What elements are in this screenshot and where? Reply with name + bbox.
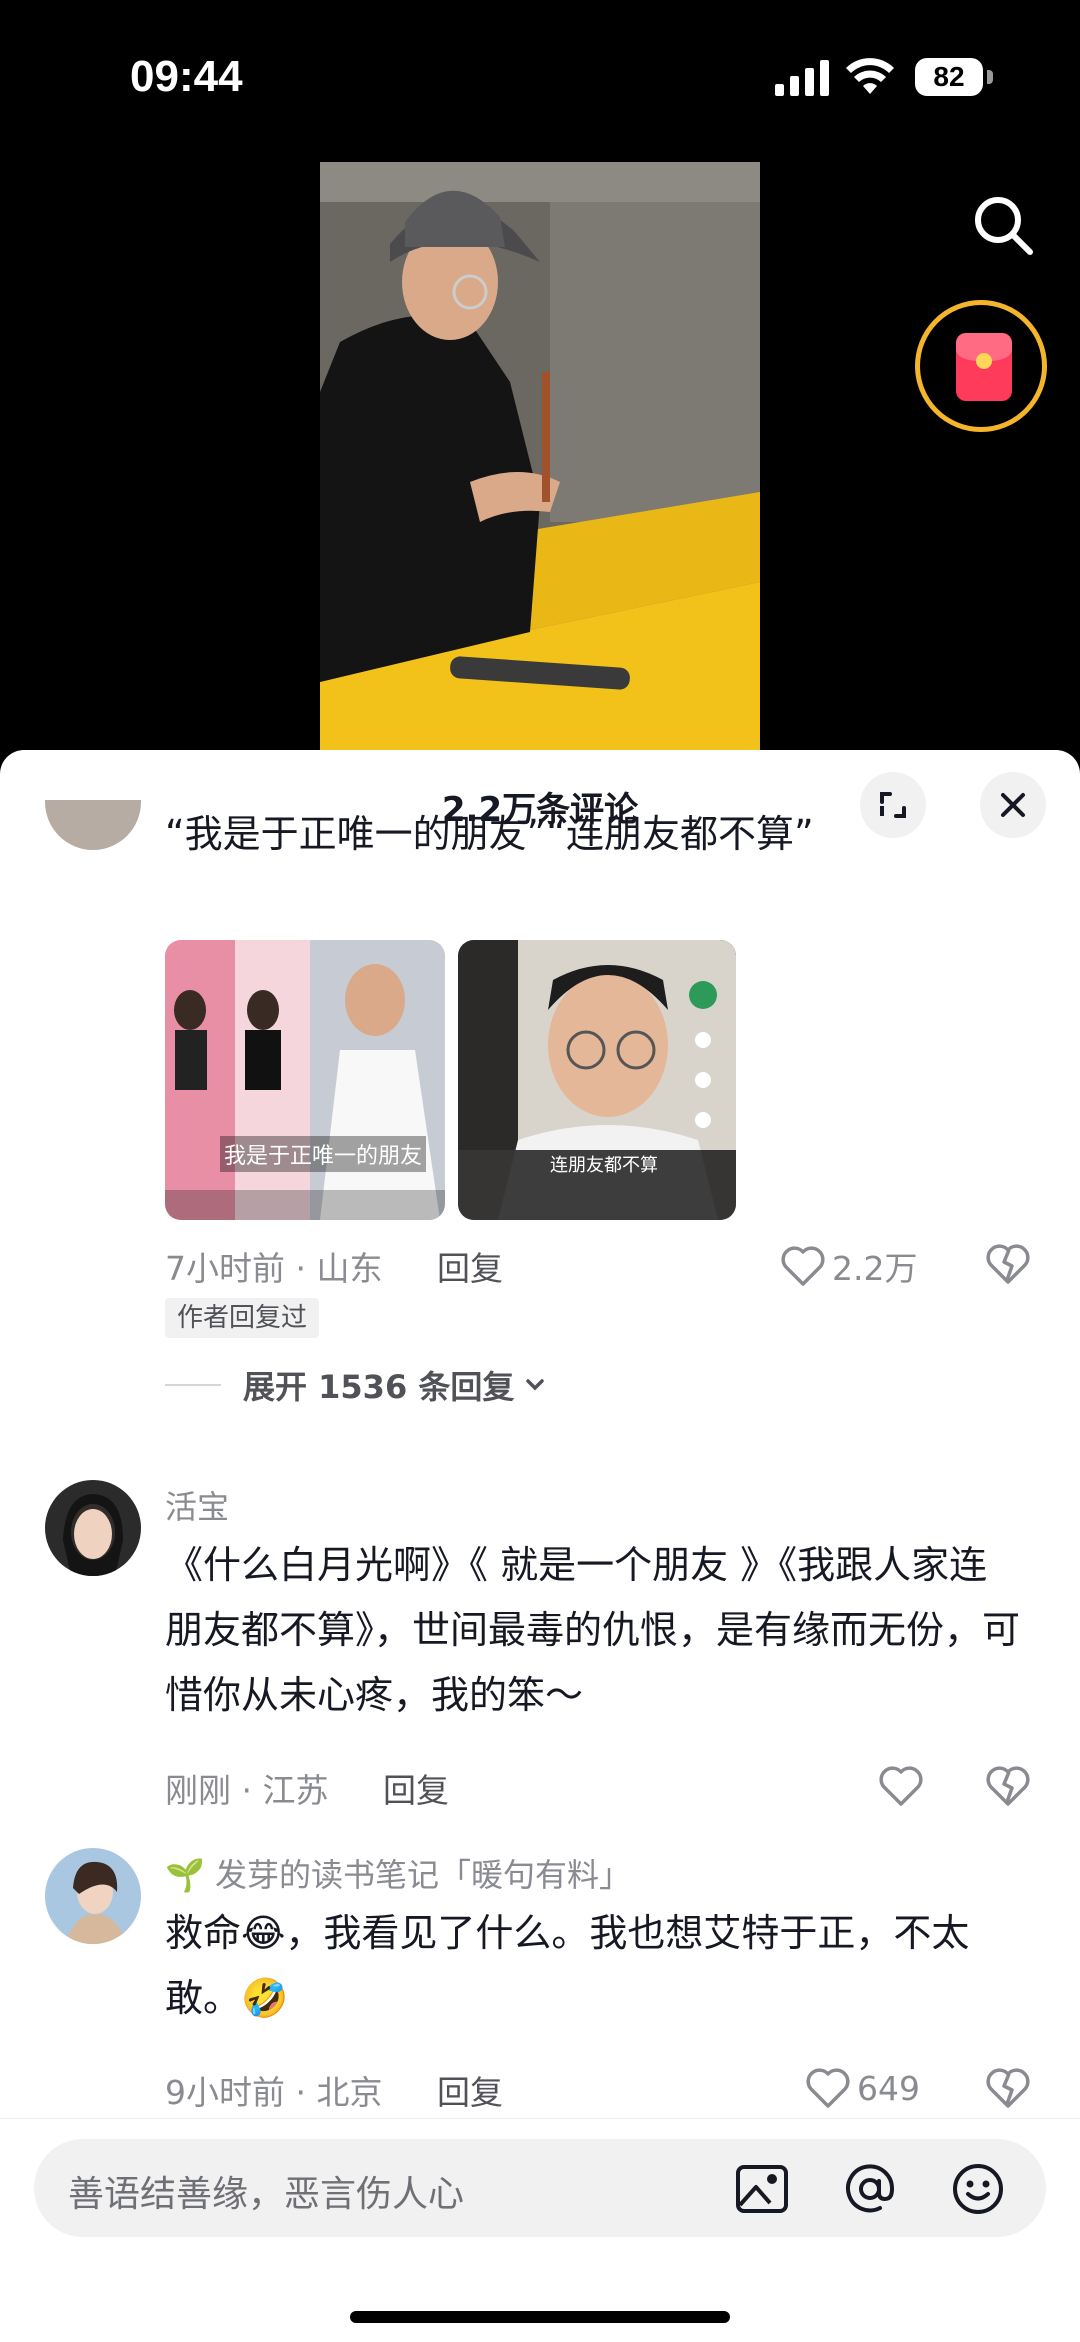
dislike-button[interactable] xyxy=(985,2066,1031,2114)
comment-time-location: 刚刚 · 江苏 xyxy=(165,1771,329,1810)
like-count: 2.2万 xyxy=(832,1249,918,1288)
like-count: 649 xyxy=(857,2068,920,2108)
author-replied-badge: 作者回复过 xyxy=(165,1298,320,1338)
avatar-image xyxy=(45,1480,141,1576)
comment-time-location: 7小时前 · 山东 xyxy=(165,1249,383,1288)
emoji-icon xyxy=(953,2164,1003,2214)
dislike-button[interactable] xyxy=(985,1764,1031,1812)
comment-sheet: 2.2万条评论 “我是于正唯一的朋友”“连朋友都不算” 我是于正唯一的朋友 连朋… xyxy=(0,750,1080,2341)
comment-input[interactable]: 善语结善缘，恶言伤人心 xyxy=(34,2139,1046,2237)
commenter-avatar[interactable] xyxy=(45,1848,141,1944)
broken-heart-icon xyxy=(986,1766,1030,1806)
broken-heart-icon xyxy=(986,2068,1030,2108)
search-button[interactable] xyxy=(968,190,1038,260)
commenter-name[interactable]: 活宝 xyxy=(165,1482,229,1528)
comment-image[interactable]: 连朋友都不算 xyxy=(458,940,736,1220)
search-icon xyxy=(975,197,1033,255)
dislike-button[interactable] xyxy=(985,1242,1031,1290)
comment-text: “我是于正唯一的朋友”“连朋友都不算” xyxy=(165,812,814,856)
at-icon xyxy=(846,2164,895,2213)
reply-button[interactable]: 回复 xyxy=(437,1249,503,1288)
home-indicator[interactable] xyxy=(350,2311,730,2323)
comment-image[interactable]: 我是于正唯一的朋友 xyxy=(165,940,445,1220)
heart-icon xyxy=(879,1766,923,1806)
wifi-icon xyxy=(846,58,894,94)
comment-text: 《什么白月光啊》《 就是一个朋友 》《我跟人家连朋友都不算》，世间最毒的仇恨，是… xyxy=(165,1543,1021,1717)
like-button[interactable]: 2.2万 xyxy=(780,1242,917,1290)
comment-image-graphic xyxy=(165,940,445,1220)
status-bar: 09:44 82 xyxy=(0,0,1080,150)
battery-nub xyxy=(987,70,993,84)
comment-text: 救命😂，我看见了什么。我也想艾特于正，不太敢。🤣 xyxy=(165,1911,970,2020)
commenter-avatar[interactable] xyxy=(45,800,141,850)
divider-line xyxy=(165,1384,221,1386)
like-button[interactable] xyxy=(878,1764,924,1808)
expand-replies-button[interactable]: 展开 1536 条回复 xyxy=(165,1362,550,1408)
reply-button[interactable]: 回复 xyxy=(383,1771,449,1810)
video-frame-image xyxy=(320,162,760,750)
expand-replies-label: 展开 1536 条回复 xyxy=(243,1368,515,1406)
image-button[interactable] xyxy=(734,2161,790,2217)
heart-icon xyxy=(806,2068,850,2108)
comment-image-caption: 连朋友都不算 xyxy=(550,1155,658,1176)
video-preview[interactable] xyxy=(320,162,760,750)
comment-meta: 7小时前 · 山东 回复 xyxy=(165,1242,503,1290)
chevron-down-icon xyxy=(526,1379,545,1391)
comment-input-placeholder: 善语结善缘，恶言伤人心 xyxy=(68,2174,465,2215)
cellular-signal-icon xyxy=(775,60,829,96)
comment-time-location: 9小时前 · 北京 xyxy=(165,2073,383,2112)
comment-input-bar: 善语结善缘，恶言伤人心 xyxy=(0,2118,1080,2342)
commenter-avatar[interactable] xyxy=(45,1480,141,1576)
battery-level: 82 xyxy=(915,58,983,96)
status-time: 09:44 xyxy=(130,52,243,101)
red-packet-seal xyxy=(976,353,992,369)
heart-icon xyxy=(781,1246,825,1286)
comment-meta: 9小时前 · 北京 回复 xyxy=(165,2066,503,2114)
commenter-name[interactable]: 🌱 发芽的读书笔记「暖句有料」 xyxy=(165,1850,631,1896)
emoji-button[interactable] xyxy=(950,2161,1006,2217)
like-button[interactable]: 649 xyxy=(805,2066,920,2110)
image-icon xyxy=(736,2165,788,2213)
avatar-image xyxy=(45,1848,141,1944)
comment-image-caption: 我是于正唯一的朋友 xyxy=(220,1136,427,1172)
comment-meta: 刚刚 · 江苏 回复 xyxy=(165,1764,449,1812)
mention-button[interactable] xyxy=(842,2161,898,2217)
broken-heart-icon xyxy=(986,1244,1030,1284)
comment-image-graphic xyxy=(458,940,736,1220)
reply-button[interactable]: 回复 xyxy=(437,2073,503,2112)
red-packet-button[interactable] xyxy=(915,300,1047,432)
